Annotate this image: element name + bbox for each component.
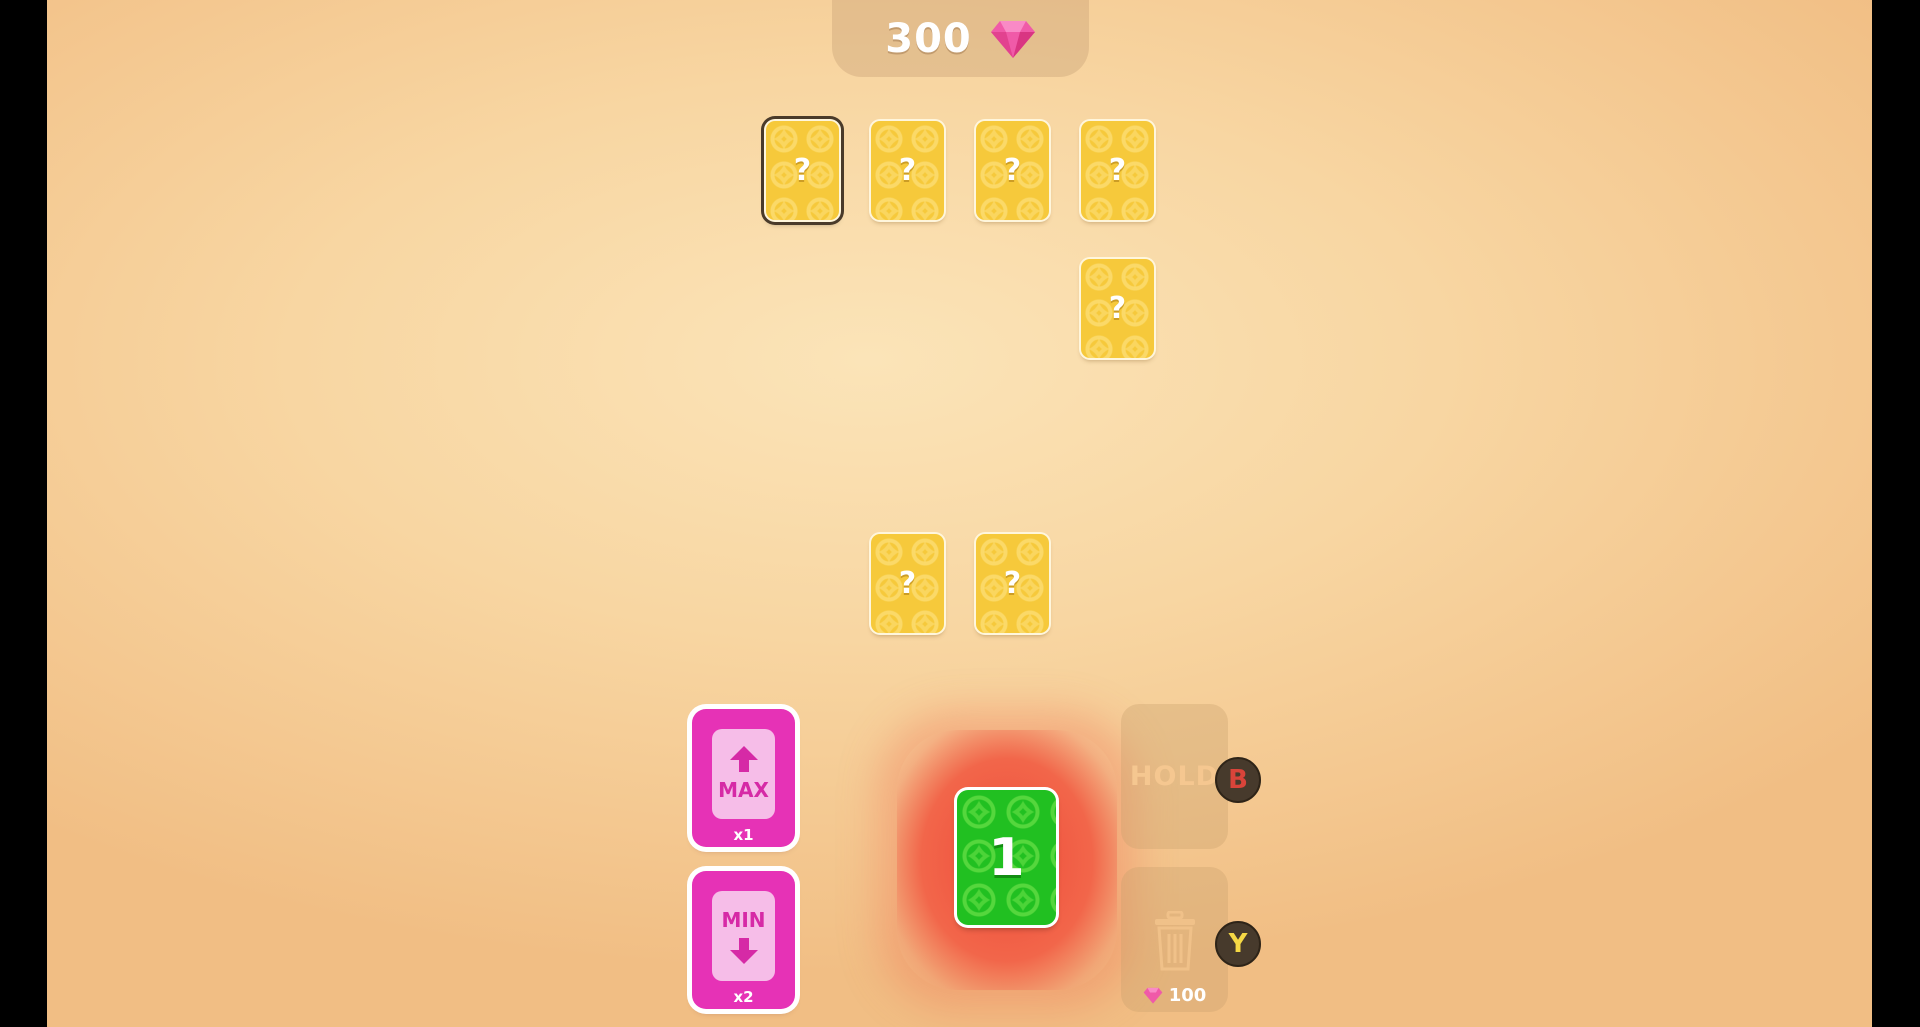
y-button-label: Y	[1228, 929, 1248, 959]
discard-cost-value: 100	[1168, 985, 1207, 1006]
active-card[interactable]: 1	[957, 790, 1056, 925]
min-count: x2	[733, 988, 754, 1006]
max-powerup-face: MAX	[712, 729, 775, 819]
gem-icon	[1143, 987, 1163, 1004]
arrow-down-icon	[729, 950, 758, 964]
trash-icon	[1155, 911, 1195, 971]
card-question-mark: ?	[1108, 153, 1127, 188]
score-value: 300	[885, 15, 972, 62]
max-label: MAX	[718, 778, 769, 802]
min-powerup-card[interactable]: MIN x2	[692, 871, 795, 1009]
score-panel: 300	[832, 0, 1089, 77]
face-down-card[interactable]: ?	[1081, 259, 1154, 358]
card-question-mark: ?	[1003, 153, 1022, 188]
active-card-value: 1	[988, 827, 1025, 888]
face-down-card[interactable]: ?	[871, 534, 944, 633]
discard-slot[interactable]: 100	[1121, 867, 1228, 1012]
b-button-label: B	[1228, 765, 1248, 795]
discard-cost: 100	[1121, 985, 1228, 1006]
min-label: MIN	[721, 908, 766, 932]
face-down-card[interactable]: ?	[871, 121, 944, 220]
game-board: 300 ? ? ? ? ? ? ? MAX x1 MIN x2 1 HOLD B…	[47, 0, 1872, 1027]
hold-label: HOLD	[1129, 761, 1220, 792]
arrow-down-stem	[738, 938, 749, 950]
card-question-mark: ?	[898, 566, 917, 601]
face-down-card[interactable]: ?	[766, 121, 839, 220]
card-question-mark: ?	[793, 153, 812, 188]
min-powerup-face: MIN	[712, 891, 775, 981]
max-count: x1	[733, 826, 754, 844]
arrow-up-stem	[738, 760, 749, 772]
y-button-badge: Y	[1215, 921, 1261, 967]
max-powerup-card[interactable]: MAX x1	[692, 709, 795, 847]
face-down-card[interactable]: ?	[1081, 121, 1154, 220]
face-down-card[interactable]: ?	[976, 121, 1049, 220]
card-question-mark: ?	[898, 153, 917, 188]
arrow-up-icon	[729, 746, 758, 760]
face-down-card[interactable]: ?	[976, 534, 1049, 633]
gem-icon	[990, 20, 1035, 58]
card-question-mark: ?	[1003, 566, 1022, 601]
card-question-mark: ?	[1108, 291, 1127, 326]
b-button-badge: B	[1215, 757, 1261, 803]
hold-slot[interactable]: HOLD	[1121, 704, 1228, 849]
